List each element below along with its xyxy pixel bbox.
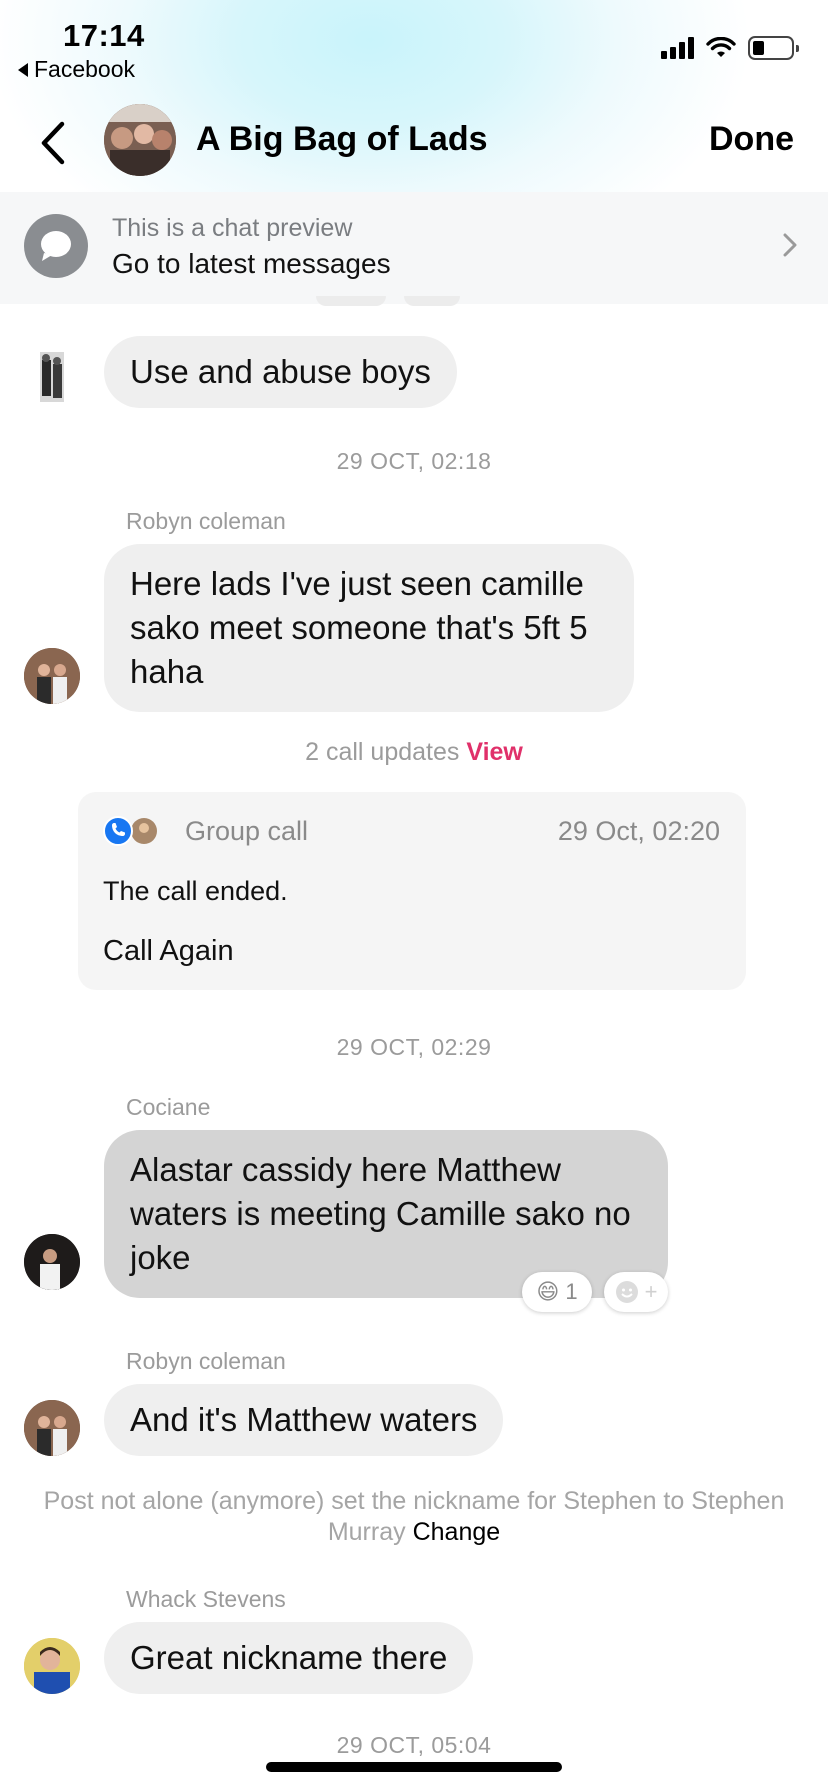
chevron-right-icon — [783, 233, 797, 257]
call-updates-note: 2 call updates View — [0, 738, 828, 767]
back-app-label: Facebook — [34, 56, 136, 82]
view-call-updates-link[interactable]: View — [466, 738, 523, 766]
back-triangle-icon — [18, 62, 28, 77]
sender-name: Whack Stevens — [126, 1586, 286, 1612]
change-nickname-link[interactable]: Change — [413, 1518, 501, 1546]
message-bubble[interactable]: Use and abuse boys — [104, 336, 457, 408]
chat-header: A Big Bag of Lads Done — [0, 100, 828, 190]
add-reaction-button[interactable]: + — [604, 1272, 668, 1312]
message-bubble[interactable]: Alastar cassidy here Matthew waters is m… — [104, 1130, 668, 1298]
back-arrow-icon[interactable] — [38, 120, 68, 166]
group-call-card[interactable]: Group call 29 Oct, 02:20 The call ended.… — [78, 792, 746, 990]
previous-reaction-peek — [404, 296, 460, 306]
timestamp: 29 OCT, 02:29 — [336, 1034, 492, 1060]
go-to-latest-messages[interactable]: Go to latest messages — [112, 248, 391, 280]
avatar[interactable] — [24, 1400, 80, 1456]
nickname-change-note: Post not alone (anymore) set the nicknam… — [40, 1486, 788, 1548]
avatar[interactable] — [24, 648, 80, 704]
reaction-badge[interactable]: 😄 1 — [522, 1272, 592, 1312]
timestamp: 29 OCT, 02:18 — [336, 448, 492, 474]
sender-name: Robyn coleman — [126, 508, 286, 534]
smiley-icon — [615, 1281, 638, 1303]
plus-icon: + — [644, 1279, 658, 1304]
avatar[interactable] — [24, 348, 80, 404]
wifi-icon — [706, 37, 736, 57]
sender-name: Cociane — [126, 1094, 211, 1120]
reaction-count: 1 — [565, 1279, 578, 1304]
avatar[interactable] — [24, 1234, 80, 1290]
cellular-signal-icon — [661, 37, 694, 59]
battery-icon — [748, 36, 799, 60]
previous-reaction-peek — [316, 296, 386, 306]
message-bubble[interactable]: Here lads I've just seen camille sako me… — [104, 544, 634, 712]
back-to-app-link[interactable]: Facebook — [18, 56, 135, 83]
group-avatar[interactable] — [104, 104, 176, 176]
preview-subtitle: This is a chat preview — [112, 214, 353, 242]
status-icons — [661, 36, 799, 60]
call-status: The call ended. — [103, 876, 288, 906]
done-button[interactable]: Done — [709, 120, 794, 159]
sender-name: Robyn coleman — [126, 1348, 286, 1374]
avatar[interactable] — [24, 1638, 80, 1694]
call-again-button[interactable]: Call Again — [103, 935, 234, 968]
message-bubble[interactable]: And it's Matthew waters — [104, 1384, 504, 1456]
chat-preview-banner[interactable]: This is a chat preview Go to latest mess… — [0, 192, 828, 304]
home-indicator[interactable] — [266, 1762, 562, 1772]
phone-icon — [103, 816, 157, 846]
laughing-emoji-icon: 😄 — [536, 1279, 560, 1304]
status-time: 17:14 — [63, 18, 145, 53]
timestamp: 29 OCT, 05:04 — [336, 1732, 492, 1758]
call-updates-text: 2 call updates — [305, 738, 460, 766]
call-time: 29 Oct, 02:20 — [557, 816, 720, 846]
chat-bubble-icon — [24, 214, 88, 278]
message-bubble[interactable]: Great nickname there — [104, 1622, 474, 1694]
chat-title[interactable]: A Big Bag of Lads — [196, 120, 488, 159]
call-type-label: Group call — [185, 816, 309, 846]
